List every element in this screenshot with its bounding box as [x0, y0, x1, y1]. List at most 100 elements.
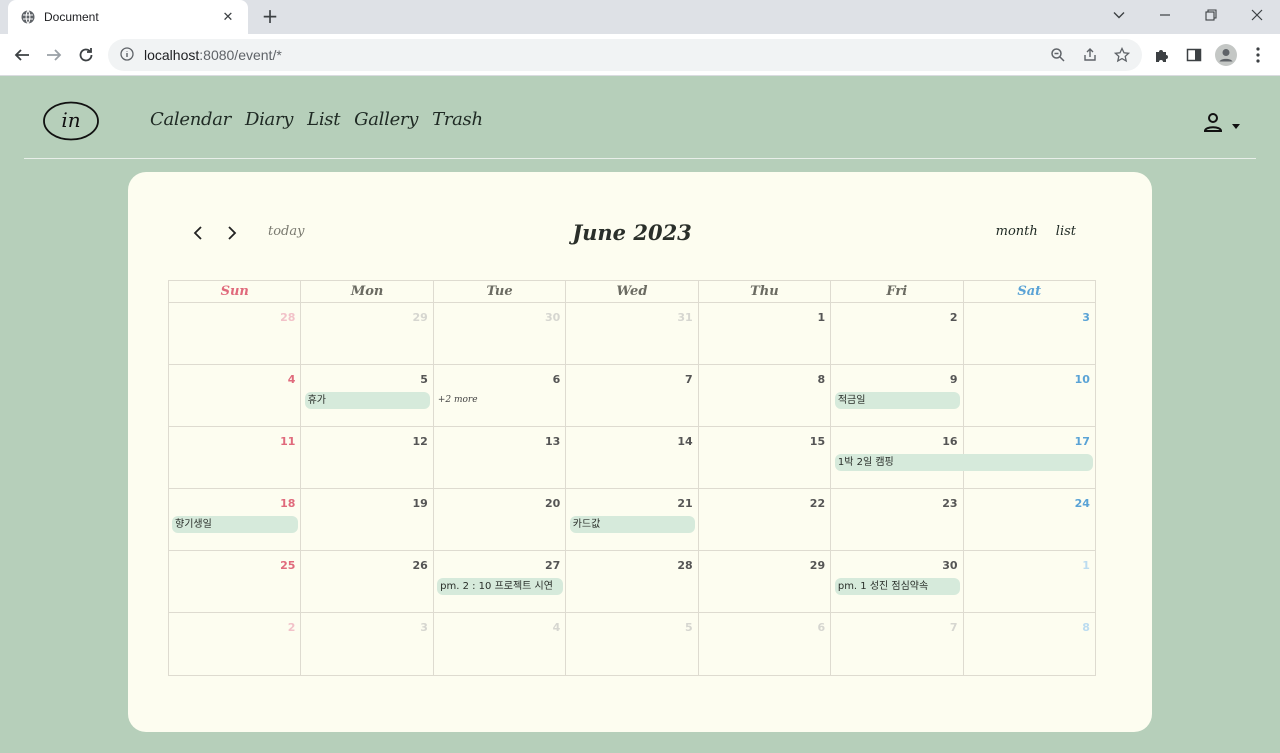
day-number[interactable]: 2 — [950, 311, 958, 324]
day-number[interactable]: 9 — [950, 373, 958, 386]
day-number[interactable]: 15 — [810, 435, 825, 448]
calendar-day-cell[interactable]: 24 — [964, 489, 1095, 550]
zoom-icon[interactable] — [1046, 43, 1070, 67]
day-number[interactable]: 28 — [280, 311, 295, 324]
nav-gallery[interactable]: Gallery — [354, 109, 418, 130]
day-number[interactable]: 10 — [1075, 373, 1090, 386]
more-events-link[interactable]: +2 more — [438, 395, 478, 405]
browser-menu-icon[interactable] — [1246, 43, 1270, 67]
day-number[interactable]: 3 — [1082, 311, 1090, 324]
minimize-button[interactable] — [1142, 0, 1188, 30]
nav-list[interactable]: List — [307, 109, 340, 130]
user-menu-button[interactable] — [1202, 111, 1240, 137]
calendar-day-cell[interactable]: 20 — [434, 489, 567, 550]
calendar-day-cell[interactable]: 1 — [964, 551, 1095, 612]
day-number[interactable]: 4 — [553, 621, 561, 634]
calendar-day-cell[interactable]: 29 — [699, 551, 832, 612]
extensions-puzzle-icon[interactable] — [1150, 43, 1174, 67]
calendar-day-cell[interactable]: 4 — [434, 613, 567, 675]
calendar-day-cell[interactable]: 6 — [699, 613, 832, 675]
day-number[interactable]: 16 — [942, 435, 957, 448]
day-number[interactable]: 31 — [677, 311, 692, 324]
calendar-day-cell[interactable]: 3 — [301, 613, 434, 675]
day-number[interactable]: 14 — [677, 435, 692, 448]
day-number[interactable]: 1 — [1082, 559, 1090, 572]
day-number[interactable]: 6 — [817, 621, 825, 634]
address-bar[interactable]: localhost:8080/event/* — [108, 39, 1142, 71]
list-view-button[interactable]: list — [1056, 224, 1076, 239]
day-number[interactable]: 26 — [413, 559, 428, 572]
calendar-day-cell[interactable]: 30 — [434, 303, 567, 364]
new-tab-button[interactable]: + — [259, 6, 281, 28]
calendar-day-cell[interactable]: 22 — [699, 489, 832, 550]
calendar-event[interactable]: 휴가 — [304, 392, 431, 409]
nav-diary[interactable]: Diary — [245, 109, 294, 130]
calendar-day-cell[interactable]: 23 — [831, 489, 964, 550]
calendar-day-cell[interactable]: 12 — [301, 427, 434, 488]
day-number[interactable]: 24 — [1075, 497, 1090, 510]
day-number[interactable]: 8 — [817, 373, 825, 386]
day-number[interactable]: 30 — [545, 311, 560, 324]
day-number[interactable]: 2 — [288, 621, 296, 634]
day-number[interactable]: 27 — [545, 559, 560, 572]
day-number[interactable]: 12 — [413, 435, 428, 448]
day-number[interactable]: 7 — [685, 373, 693, 386]
back-arrow-icon[interactable] — [10, 43, 34, 67]
calendar-day-cell[interactable]: 6 +2 more — [434, 365, 567, 426]
side-panel-icon[interactable] — [1182, 43, 1206, 67]
calendar-day-cell[interactable]: 4 — [169, 365, 302, 426]
calendar-day-cell[interactable]: 3 — [964, 303, 1095, 364]
day-number[interactable]: 21 — [677, 497, 692, 510]
day-number[interactable]: 17 — [1075, 435, 1090, 448]
calendar-event[interactable]: 적금일 — [834, 392, 961, 409]
bookmark-star-icon[interactable] — [1110, 43, 1134, 67]
calendar-day-cell[interactable]: 28 — [566, 551, 699, 612]
calendar-day-cell[interactable]: 7 — [831, 613, 964, 675]
restore-button[interactable] — [1188, 0, 1234, 30]
calendar-day-cell[interactable]: 1 — [699, 303, 832, 364]
reload-icon[interactable] — [74, 43, 98, 67]
day-number[interactable]: 11 — [280, 435, 295, 448]
day-number[interactable]: 29 — [413, 311, 428, 324]
month-view-button[interactable]: month — [996, 224, 1038, 239]
tab-close-icon[interactable]: ✕ — [220, 10, 236, 25]
day-number[interactable]: 6 — [553, 373, 561, 386]
calendar-day-cell[interactable]: 25 — [169, 551, 302, 612]
day-number[interactable]: 22 — [810, 497, 825, 510]
info-icon[interactable] — [120, 46, 134, 65]
calendar-day-cell[interactable]: 2 — [831, 303, 964, 364]
forward-arrow-icon[interactable] — [42, 43, 66, 67]
day-number[interactable]: 8 — [1082, 621, 1090, 634]
nav-calendar[interactable]: Calendar — [150, 109, 231, 130]
calendar-day-cell[interactable]: 31 — [566, 303, 699, 364]
day-number[interactable]: 29 — [810, 559, 825, 572]
day-number[interactable]: 13 — [545, 435, 560, 448]
day-number[interactable]: 28 — [677, 559, 692, 572]
share-icon[interactable] — [1078, 43, 1102, 67]
day-number[interactable]: 20 — [545, 497, 560, 510]
calendar-day-cell[interactable]: 17 — [964, 427, 1095, 488]
day-number[interactable]: 25 — [280, 559, 295, 572]
day-number[interactable]: 4 — [288, 373, 296, 386]
calendar-day-cell[interactable]: 14 — [566, 427, 699, 488]
day-number[interactable]: 19 — [413, 497, 428, 510]
calendar-day-cell[interactable]: 15 — [699, 427, 832, 488]
calendar-event[interactable]: pm. 2 : 10 프로젝트 시연 — [437, 578, 563, 595]
calendar-day-cell[interactable]: 2 — [169, 613, 302, 675]
calendar-day-cell[interactable]: 29 — [301, 303, 434, 364]
calendar-day-cell[interactable]: 10 — [964, 365, 1095, 426]
profile-avatar-icon[interactable] — [1214, 43, 1238, 67]
calendar-day-cell[interactable]: 26 — [301, 551, 434, 612]
browser-tab[interactable]: Document ✕ — [8, 0, 248, 34]
calendar-event[interactable]: 카드값 — [569, 516, 696, 533]
site-logo[interactable]: in — [43, 101, 99, 141]
day-number[interactable]: 7 — [950, 621, 958, 634]
calendar-event[interactable]: 향기생일 — [172, 516, 298, 533]
day-number[interactable]: 30 — [942, 559, 957, 572]
nav-trash[interactable]: Trash — [432, 109, 483, 130]
day-number[interactable]: 3 — [420, 621, 428, 634]
day-number[interactable]: 23 — [942, 497, 957, 510]
calendar-day-cell[interactable]: 8 — [964, 613, 1095, 675]
tab-search-icon[interactable] — [1096, 0, 1142, 30]
calendar-day-cell[interactable]: 5 — [566, 613, 699, 675]
